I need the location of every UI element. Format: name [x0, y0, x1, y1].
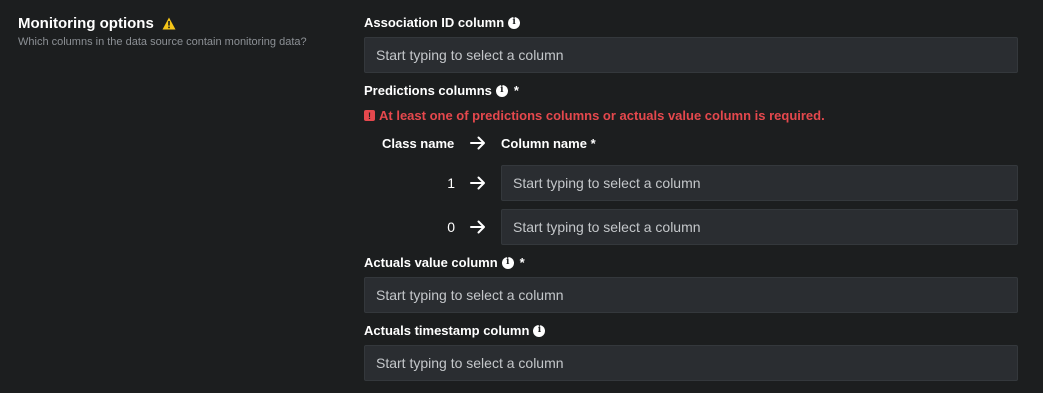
association-id-input[interactable]: Start typing to select a column — [364, 37, 1018, 73]
section-description: Which columns in the data source contain… — [18, 36, 307, 48]
actuals-value-placeholder: Start typing to select a column — [376, 287, 564, 303]
actuals-value-label-row: Actuals value column i * — [364, 255, 525, 270]
actuals-value-input[interactable]: Start typing to select a column — [364, 277, 1018, 313]
actuals-value-label: Actuals value column — [364, 255, 498, 270]
warning-icon — [162, 17, 176, 29]
class-name-value: 0 — [447, 219, 455, 235]
monitoring-options-page: Monitoring options Which columns in the … — [0, 0, 1043, 393]
arrow-right-icon — [470, 176, 485, 190]
association-id-label-row: Association ID column i — [364, 15, 521, 30]
arrow-right-icon — [470, 136, 485, 150]
actuals-timestamp-label: Actuals timestamp column — [364, 323, 530, 338]
arrow-right-icon — [470, 220, 485, 234]
predictions-error: ! At least one of predictions columns or… — [364, 108, 825, 123]
info-icon[interactable]: i — [533, 324, 546, 337]
required-mark: * — [513, 83, 519, 98]
association-id-placeholder: Start typing to select a column — [376, 47, 564, 63]
info-icon[interactable]: i — [501, 256, 514, 269]
section-title: Monitoring options — [18, 14, 154, 32]
info-icon[interactable]: i — [495, 84, 508, 97]
prediction-column-input[interactable]: Start typing to select a column — [501, 209, 1018, 245]
prediction-column-placeholder: Start typing to select a column — [513, 175, 701, 191]
actuals-timestamp-placeholder: Start typing to select a column — [376, 355, 564, 371]
class-name-header: Class name — [382, 136, 455, 151]
class-name-value: 1 — [447, 175, 455, 191]
column-name-header: Column name * — [501, 136, 596, 151]
required-mark: * — [519, 255, 525, 270]
actuals-timestamp-label-row: Actuals timestamp column i — [364, 323, 546, 338]
prediction-column-placeholder: Start typing to select a column — [513, 219, 701, 235]
prediction-column-input[interactable]: Start typing to select a column — [501, 165, 1018, 201]
actuals-timestamp-input[interactable]: Start typing to select a column — [364, 345, 1018, 381]
section-header: Monitoring options Which columns in the … — [18, 13, 307, 49]
predictions-error-text: At least one of predictions columns or a… — [379, 108, 825, 123]
section-title-row: Monitoring options — [18, 13, 307, 33]
info-icon[interactable]: i — [508, 16, 521, 29]
predictions-label-row: Predictions columns i * — [364, 83, 519, 98]
association-id-label: Association ID column — [364, 15, 505, 30]
error-icon: ! — [364, 110, 375, 121]
predictions-label: Predictions columns — [364, 83, 492, 98]
